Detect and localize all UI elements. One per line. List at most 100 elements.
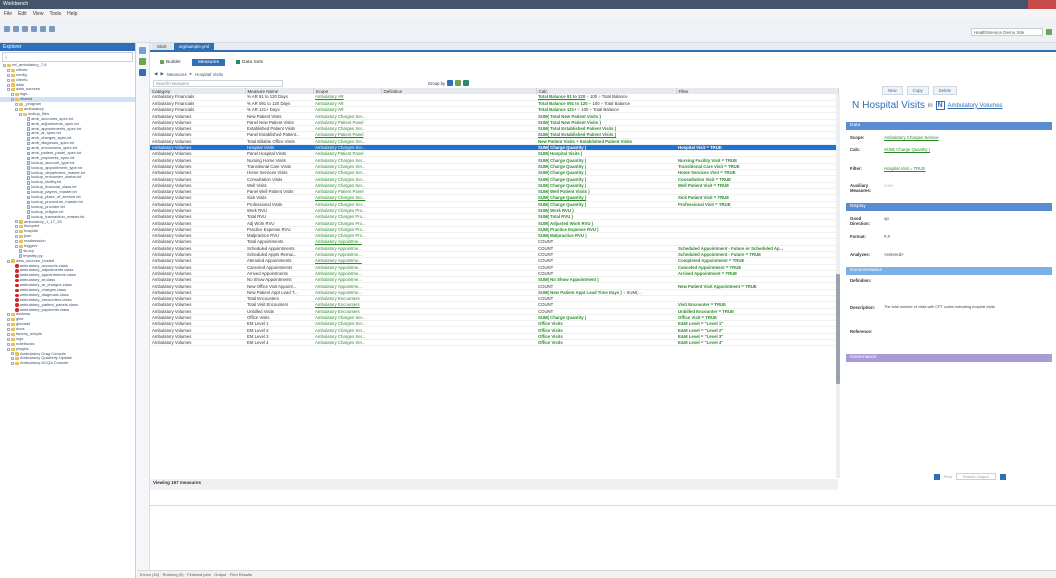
measures-icon[interactable] (139, 58, 146, 65)
forward-icon[interactable]: ▶ (160, 71, 163, 77)
table-hscrollbar[interactable] (150, 486, 838, 490)
tab-start[interactable]: Start (152, 43, 172, 50)
description-value[interactable]: The total number of visits with CPT code… (884, 305, 1034, 310)
undo-icon[interactable] (31, 26, 37, 32)
calc-link[interactable]: SUM( Charge Quantity ) (538, 164, 586, 169)
menu-edit[interactable]: Edit (18, 11, 27, 17)
expand-toggle-icon[interactable] (7, 259, 10, 263)
expand-toggle-icon[interactable] (7, 323, 10, 327)
group-grid-icon[interactable] (463, 80, 469, 86)
close-window-button[interactable] (1028, 0, 1056, 9)
tab-builder[interactable]: Builder (154, 59, 187, 66)
expand-toggle-icon[interactable] (7, 88, 10, 92)
expand-toggle-icon[interactable] (15, 240, 18, 243)
calc-link[interactable]: SUM( Charge Quantity ) (538, 202, 586, 207)
expand-toggle-icon[interactable] (15, 103, 18, 107)
calc-link[interactable]: Total Balance 091 to 120 (538, 101, 588, 106)
expand-toggle-icon[interactable] (7, 347, 10, 351)
group-tree-icon[interactable] (455, 80, 461, 86)
group-list-icon[interactable] (447, 80, 453, 86)
calc-link[interactable]: SUM( Total Established Patient Visits ) (538, 132, 616, 137)
calc-link[interactable]: SUM( Charge Quantity ) (538, 195, 586, 200)
files-icon[interactable] (139, 47, 146, 54)
measure-search-input[interactable]: Search measures (153, 79, 283, 87)
expand-toggle-icon[interactable] (7, 78, 10, 82)
expand-toggle-icon[interactable] (15, 235, 18, 239)
calc-value[interactable]: SUM( Charge Quantity ) (884, 147, 930, 152)
calc-link[interactable]: SUM( Charge Quantity ) (538, 158, 586, 163)
expand-toggle-icon[interactable] (7, 313, 10, 317)
calc-link[interactable]: SUM( No Show Appointment ) (538, 277, 599, 282)
menu-help[interactable]: Help (67, 11, 77, 17)
calc-link[interactable]: SUM( Charge Quantity ) (538, 145, 586, 150)
output-icon[interactable] (934, 473, 940, 480)
calc-link[interactable]: SUM( Charge Quantity ) (538, 170, 586, 175)
breadcrumb-hospital-visits[interactable]: Hospital Visits (195, 72, 223, 77)
redo-icon[interactable] (40, 26, 46, 32)
expand-toggle-icon[interactable] (11, 98, 14, 102)
calc-link[interactable]: SUM( Total Established Patient Visits ) (538, 126, 616, 131)
calc-link[interactable]: Office Visits (538, 334, 563, 339)
good-direction-value[interactable]: up (884, 216, 889, 226)
expand-toggle-icon[interactable] (15, 220, 18, 224)
calc-link[interactable]: SUM( Work RVU ) (538, 208, 574, 213)
analyzes-value[interactable]: <entered> (884, 252, 904, 257)
calc-link[interactable]: Total Balance 91 to 120 (538, 94, 585, 99)
section-display[interactable]: Display (846, 203, 1052, 211)
breadcrumb-measures[interactable]: Measures (167, 72, 187, 77)
output-search-input[interactable]: Search Output (955, 473, 996, 480)
new-file-icon[interactable] (4, 26, 10, 32)
expand-toggle-icon[interactable] (7, 83, 10, 87)
open-icon[interactable] (13, 26, 19, 32)
calc-link[interactable]: SUM( Malpractice RVU ) (538, 233, 587, 238)
refresh-icon[interactable] (49, 26, 55, 32)
search-button[interactable] (999, 473, 1006, 480)
expand-toggle-icon[interactable] (11, 362, 14, 366)
expand-toggle-icon[interactable] (7, 68, 10, 72)
calc-link[interactable]: SUM( Charge Quantity ) (538, 177, 586, 182)
calc-link[interactable]: Office Visits (538, 321, 563, 326)
calc-link[interactable]: SUM( Hospital Visits ) (538, 151, 582, 156)
calc-link[interactable]: SUM( Charge Quantity ) (538, 183, 586, 188)
tree-item[interactable]: Ambulatory NCQA Console (0, 361, 135, 366)
tab-sample[interactable]: org/sample.yml (173, 43, 215, 50)
menu-file[interactable]: File (4, 11, 12, 17)
expand-toggle-icon[interactable] (11, 352, 14, 356)
expand-toggle-icon[interactable] (7, 73, 10, 77)
calc-link[interactable]: SUM( Charge Quantity ) (538, 315, 586, 320)
save-icon[interactable] (22, 26, 28, 32)
expand-toggle-icon[interactable] (7, 337, 10, 341)
menu-view[interactable]: View (33, 11, 44, 17)
calc-link[interactable]: SUM( Total New Patient Visits ) (538, 114, 601, 119)
aux-value[interactable]: none (884, 183, 894, 193)
calc-link[interactable]: SUM( Well Patient Visits ) (538, 189, 590, 194)
section-governance[interactable]: Governance (846, 354, 1052, 362)
explorer-search-input[interactable]: ⌕ (2, 52, 133, 62)
section-data[interactable]: Data (846, 122, 1052, 130)
expand-toggle-icon[interactable] (7, 332, 10, 336)
panel-splitter[interactable] (150, 505, 1056, 506)
calc-link[interactable]: New Patient Visits + Established Patient… (538, 139, 632, 144)
expand-toggle-icon[interactable] (7, 328, 10, 332)
expand-toggle-icon[interactable] (11, 93, 14, 97)
tab-data-sets[interactable]: Data Sets (230, 59, 269, 66)
calc-link[interactable]: SUM( Practice Expense RVU ) (538, 227, 599, 232)
find-label[interactable]: Find (944, 474, 952, 479)
tab-measures[interactable]: Measures (191, 58, 225, 66)
section-documentation[interactable]: Documentation (846, 267, 1052, 275)
menu-tools[interactable]: Tools (49, 11, 61, 17)
expand-toggle-icon[interactable] (3, 63, 6, 67)
expand-toggle-icon[interactable] (15, 230, 18, 234)
expand-toggle-icon[interactable] (19, 112, 22, 116)
datasets-icon[interactable] (139, 69, 146, 76)
volume-link[interactable]: Ambulatory Volumes (948, 103, 1003, 109)
expand-toggle-icon[interactable] (15, 225, 18, 229)
filter-value[interactable]: Hospital Visit = TRUE (884, 166, 925, 171)
library-selector[interactable]: HealthService Demo Site (971, 28, 1043, 36)
calc-link[interactable]: SUM( Total RVU ) (538, 214, 573, 219)
expand-toggle-icon[interactable] (15, 107, 18, 111)
calc-link[interactable]: SUM( Total New Patient Visits ) (538, 120, 601, 125)
expand-toggle-icon[interactable] (7, 342, 10, 346)
expand-toggle-icon[interactable] (15, 244, 18, 248)
table-row[interactable]: Ambulatory Volumes EM Level 4 Ambulatory C… (150, 339, 838, 347)
